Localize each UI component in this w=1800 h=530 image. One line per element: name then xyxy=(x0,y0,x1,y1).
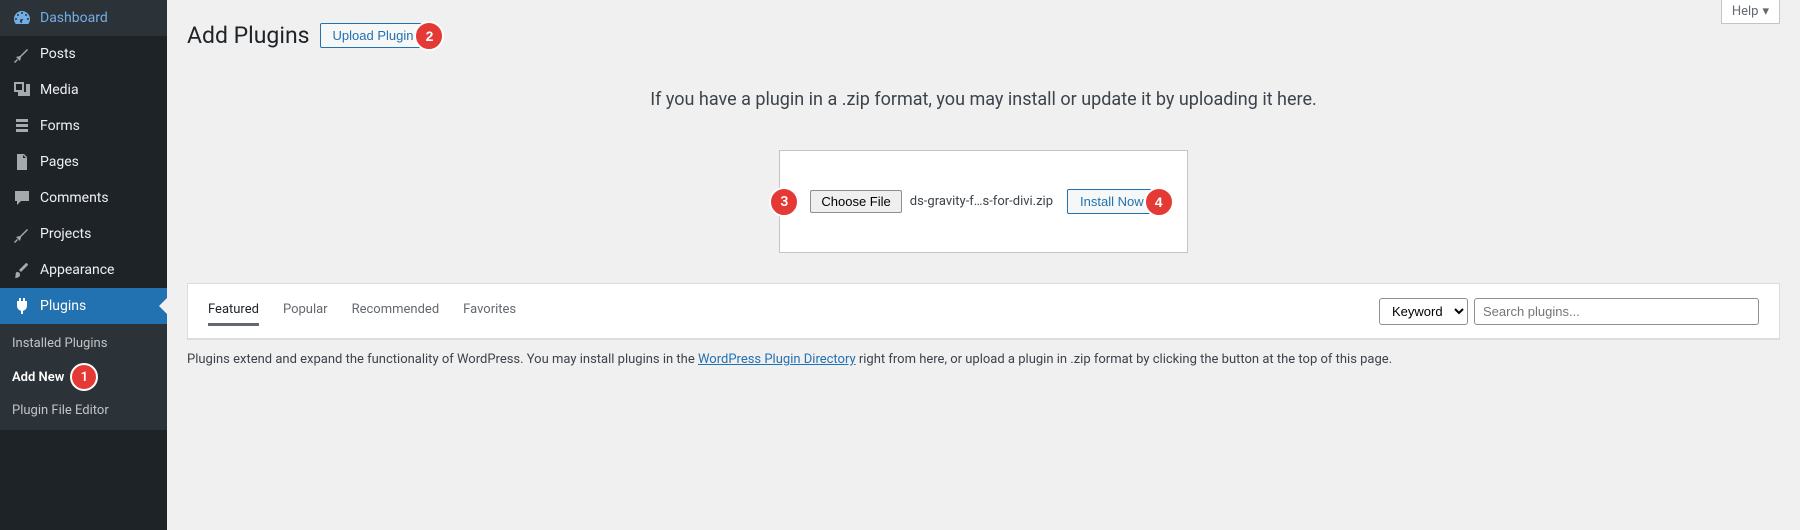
submenu-item-label: Plugin File Editor xyxy=(12,403,109,418)
tab-favorites[interactable]: Favorites xyxy=(463,296,516,326)
sidebar-item-forms[interactable]: Forms xyxy=(0,108,167,144)
sidebar-item-pages[interactable]: Pages xyxy=(0,144,167,180)
plugin-browser: Featured Popular Recommended Favorites Keyw… xyxy=(187,283,1780,340)
directory-note: Plugins extend and expand the functional… xyxy=(187,340,1780,379)
submenu-installed-plugins[interactable]: Installed Plugins xyxy=(0,330,167,357)
plugins-submenu: Installed Plugins Add New 1 Plugin File Edi… xyxy=(0,324,167,430)
dashboard-icon xyxy=(12,8,32,28)
sidebar-item-label: Comments xyxy=(40,190,109,206)
chosen-file-name: ds-gravity-f…s-for-divi.zip xyxy=(910,194,1053,209)
search-plugins-input[interactable] xyxy=(1474,298,1759,325)
submenu-item-label: Add New xyxy=(12,370,64,385)
sidebar-item-label: Posts xyxy=(40,46,76,62)
page-title: Add Plugins xyxy=(187,22,310,49)
sidebar-item-label: Plugins xyxy=(40,298,86,314)
annotation-badge-4: 4 xyxy=(1144,187,1174,217)
upload-area: If you have a plugin in a .zip format, y… xyxy=(187,89,1780,253)
main-content: Help ▾ Add Plugins Upload Plugin 2 If yo… xyxy=(167,0,1800,530)
search-type-select[interactable]: Keyword xyxy=(1379,298,1468,325)
sidebar-item-label: Pages xyxy=(40,154,79,170)
tab-featured[interactable]: Featured xyxy=(208,296,259,326)
sidebar-item-label: Dashboard xyxy=(40,10,108,26)
sidebar-item-label: Projects xyxy=(40,226,91,242)
annotation-badge-3: 3 xyxy=(769,187,799,217)
tab-popular[interactable]: Popular xyxy=(283,296,328,326)
chevron-down-icon: ▾ xyxy=(1762,4,1769,19)
pin-icon xyxy=(12,44,32,64)
choose-file-button[interactable]: Choose File xyxy=(810,190,901,213)
submenu-add-new[interactable]: Add New 1 xyxy=(0,357,167,397)
projects-icon xyxy=(12,224,32,244)
sidebar-item-label: Forms xyxy=(40,118,80,134)
admin-sidebar: Dashboard Posts Media Forms Pages Comments Pro… xyxy=(0,0,167,530)
browser-tabs: Featured Popular Recommended Favorites xyxy=(208,296,516,326)
comments-icon xyxy=(12,188,32,208)
sidebar-item-label: Appearance xyxy=(40,262,114,278)
sidebar-item-label: Media xyxy=(40,82,79,98)
brush-icon xyxy=(12,260,32,280)
sidebar-item-comments[interactable]: Comments xyxy=(0,180,167,216)
upload-box: 3 Choose File ds-gravity-f…s-for-divi.zi… xyxy=(779,150,1187,253)
plugin-directory-link[interactable]: WordPress Plugin Directory xyxy=(698,352,856,367)
pages-icon xyxy=(12,152,32,172)
sidebar-item-posts[interactable]: Posts xyxy=(0,36,167,72)
sidebar-item-dashboard[interactable]: Dashboard xyxy=(0,0,167,36)
upload-hint: If you have a plugin in a .zip format, y… xyxy=(187,89,1780,110)
sidebar-item-projects[interactable]: Projects xyxy=(0,216,167,252)
sidebar-item-media[interactable]: Media xyxy=(0,72,167,108)
annotation-badge-2: 2 xyxy=(414,21,444,51)
plug-icon xyxy=(12,296,32,316)
tab-recommended[interactable]: Recommended xyxy=(352,296,440,326)
forms-icon xyxy=(12,116,32,136)
help-button[interactable]: Help ▾ xyxy=(1721,0,1780,24)
install-now-button[interactable]: Install Now 4 xyxy=(1067,189,1157,214)
submenu-plugin-file-editor[interactable]: Plugin File Editor xyxy=(0,397,167,424)
upload-plugin-button[interactable]: Upload Plugin 2 xyxy=(320,23,427,48)
submenu-item-label: Installed Plugins xyxy=(12,336,107,351)
sidebar-item-appearance[interactable]: Appearance xyxy=(0,252,167,288)
annotation-badge-1: 1 xyxy=(70,363,98,391)
media-icon xyxy=(12,80,32,100)
sidebar-item-plugins[interactable]: Plugins xyxy=(0,288,167,324)
